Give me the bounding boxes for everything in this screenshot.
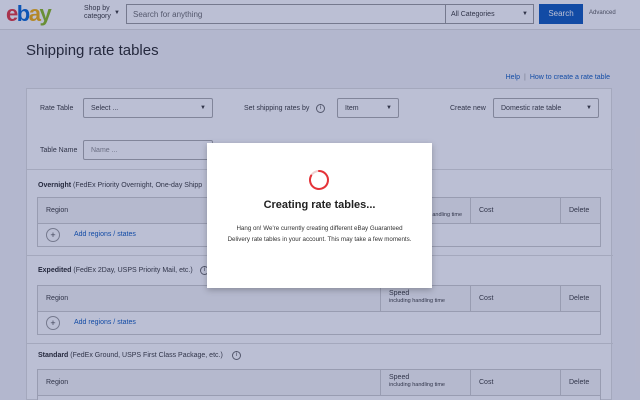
dialog-message: Hang on! We're currently creating differ…	[227, 225, 412, 243]
dialog-title: Creating rate tables...	[263, 199, 376, 211]
creating-rate-tables-dialog: Creating rate tables... Hang on! We're c…	[207, 143, 432, 288]
loading-spinner-icon	[309, 170, 329, 190]
